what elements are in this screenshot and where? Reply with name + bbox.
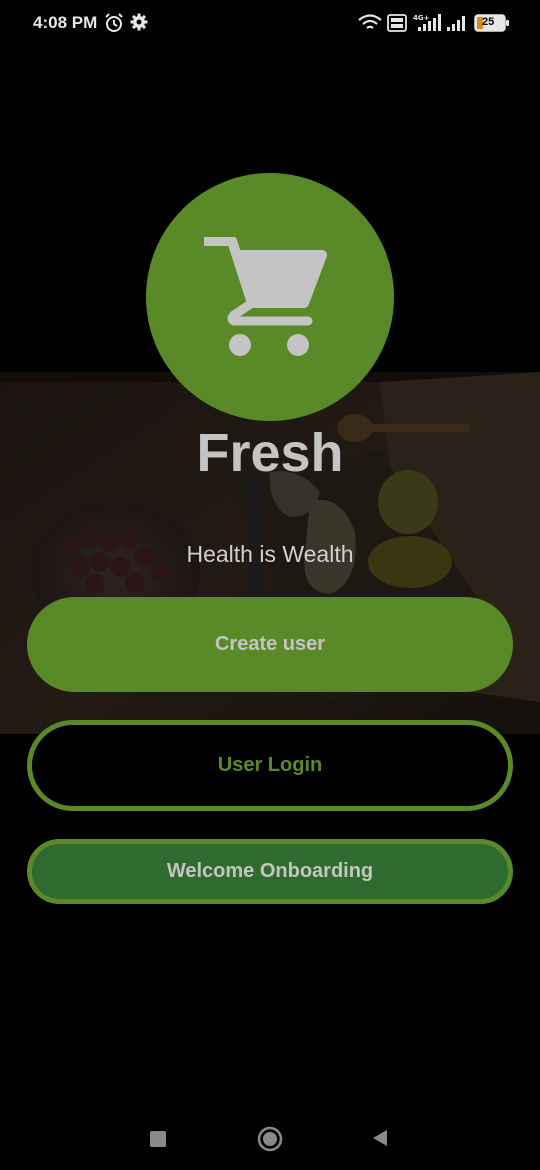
back-icon[interactable] bbox=[371, 1128, 389, 1148]
recent-apps-icon[interactable] bbox=[150, 1131, 166, 1147]
volte-icon bbox=[387, 14, 407, 32]
signal-4g-icon: 4G+ bbox=[413, 14, 441, 31]
alarm-icon bbox=[105, 13, 123, 32]
user-login-label: User Login bbox=[217, 754, 323, 776]
welcome-onboarding-button[interactable]: Welcome Onboarding bbox=[27, 839, 513, 904]
app-title: Fresh bbox=[196, 423, 344, 483]
shopping-cart-icon bbox=[204, 237, 327, 356]
gear-icon bbox=[130, 13, 148, 31]
navigation-bar bbox=[0, 1100, 540, 1170]
app-logo bbox=[146, 173, 394, 421]
wifi-icon bbox=[358, 14, 382, 29]
status-bar: 4:08 PM 4G+ 25 bbox=[0, 0, 540, 46]
signal-icon bbox=[447, 16, 465, 31]
app-tagline: Health is Wealth bbox=[186, 541, 354, 567]
home-icon[interactable] bbox=[257, 1126, 283, 1152]
create-user-button[interactable]: Create user bbox=[27, 597, 513, 692]
battery-level: 25 bbox=[482, 16, 495, 28]
user-login-button[interactable]: User Login bbox=[27, 720, 513, 811]
status-time: 4:08 PM bbox=[33, 13, 98, 32]
svg-text:4G+: 4G+ bbox=[413, 14, 430, 22]
welcome-onboarding-label: Welcome Onboarding bbox=[166, 860, 374, 882]
create-user-label: Create user bbox=[214, 633, 326, 655]
